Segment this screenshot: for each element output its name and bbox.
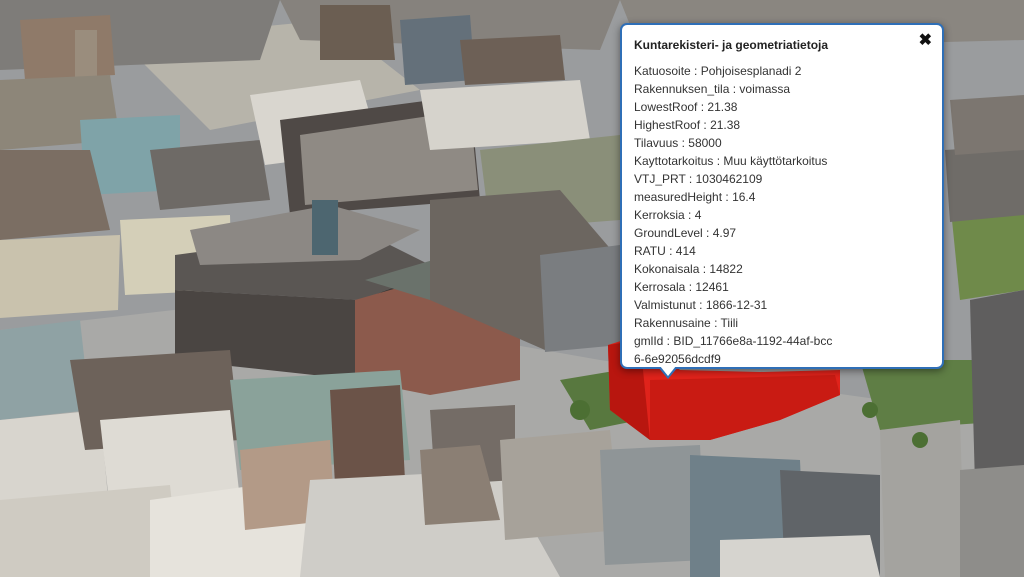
attribute-value: 12461 (695, 280, 729, 294)
attribute-key: Kerroksia (634, 208, 685, 222)
attribute-row-kerrosala: Kerrosala : 12461 (634, 280, 729, 294)
attribute-key: Kerrosala (634, 280, 686, 294)
attribute-value: 414 (675, 244, 696, 258)
attribute-value: voimassa (739, 82, 791, 96)
attribute-key: Rakennusaine (634, 316, 711, 330)
attribute-row-kokonaisala: Kokonaisala : 14822 (634, 262, 743, 276)
attribute-key: Rakennuksen_tila (634, 82, 730, 96)
attribute-row-kerroksia: Kerroksia : 4 (634, 208, 702, 222)
attribute-row-katuosoite: Katuosoite : Pohjoisesplanadi 2 (634, 64, 802, 78)
attribute-value: 4.97 (712, 226, 737, 240)
attribute-row-valmistunut: Valmistunut : 1866-12-31 (634, 298, 768, 312)
attribute-row-gmlid: gmlId : BID_11766e8a-1192-44af-bcc6-6e92… (634, 334, 833, 366)
attribute-key: LowestRoof (634, 100, 698, 114)
attribute-row-vtj_prt: VTJ_PRT : 1030462109 (634, 172, 763, 186)
attribute-key: Tilavuus (634, 136, 679, 150)
attribute-row-tilavuus: Tilavuus : 58000 (634, 136, 722, 150)
attribute-key: GroundLevel (634, 226, 703, 240)
close-icon[interactable]: ✖ (919, 32, 932, 50)
attribute-key: HighestRoof (634, 118, 701, 132)
attribute-key: Kokonaisala (634, 262, 700, 276)
attribute-value: 16.4 (732, 190, 756, 204)
attribute-value: 4 (694, 208, 702, 222)
attribute-key: Katuosoite (634, 64, 691, 78)
attribute-value: 14822 (709, 262, 743, 276)
attribute-value: Muu käyttötarkoitus (723, 154, 828, 168)
attribute-row-rakennuksen_tila: Rakennuksen_tila : voimassa (634, 82, 791, 96)
popup-title: Kuntarekisteri- ja geometriatietoja (634, 38, 829, 52)
attribute-row-rakennusaine: Rakennusaine : Tiili (634, 316, 739, 330)
attribute-row-highestroof: HighestRoof : 21.38 (634, 118, 741, 132)
attribute-list: Katuosoite : Pohjoisesplanadi 2 Rakennuks… (634, 62, 932, 368)
attribute-key: measuredHeight (634, 190, 723, 204)
attribute-key: gmlId (634, 334, 664, 348)
attribute-row-groundlevel: GroundLevel : 4.97 (634, 226, 737, 240)
attribute-row-measuredheight: measuredHeight : 16.4 (634, 190, 756, 204)
attribute-key: Valmistunut (634, 298, 696, 312)
attribute-value: Pohjoisesplanadi 2 (700, 64, 802, 78)
attribute-value: 21.38 (710, 118, 741, 132)
attribute-key: VTJ_PRT (634, 172, 686, 186)
attribute-key: Kayttotarkoitus (634, 154, 714, 168)
attribute-value: 21.38 (707, 100, 738, 114)
attribute-value: 1030462109 (695, 172, 763, 186)
attribute-value: 58000 (688, 136, 722, 150)
attribute-row-lowestroof: LowestRoof : 21.38 (634, 100, 738, 114)
attribute-row-kayttotarkoitus: Kayttotarkoitus : Muu käyttötarkoitus (634, 154, 828, 168)
attribute-row-ratu: RATU : 414 (634, 244, 696, 258)
building-info-popup: Kuntarekisteri- ja geometriatietoja ✖ Ka… (620, 23, 944, 379)
attribute-key: RATU (634, 244, 666, 258)
attribute-value: 1866-12-31 (705, 298, 768, 312)
attribute-value: Tiili (720, 316, 739, 330)
